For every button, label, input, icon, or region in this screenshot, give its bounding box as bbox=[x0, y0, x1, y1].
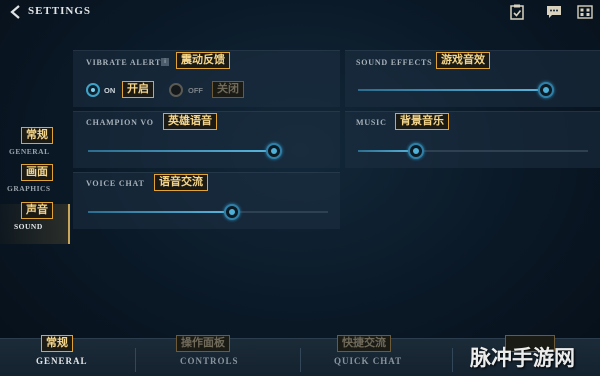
watermark-text: 脉冲手游网 bbox=[470, 347, 575, 370]
champion-vo-slider-fill bbox=[88, 150, 275, 152]
music-slider-knob[interactable] bbox=[407, 143, 424, 159]
tab-controls[interactable]: CONTROLS bbox=[180, 356, 239, 366]
tab-divider bbox=[300, 348, 301, 372]
vibrate-on-label: ON bbox=[104, 86, 116, 95]
music-annotation: 背景音乐 bbox=[395, 113, 449, 130]
sound-effects-slider[interactable] bbox=[358, 82, 555, 98]
bottom-tab-quick-chat-annotation: 快捷交流 bbox=[337, 335, 391, 352]
info-icon[interactable]: i bbox=[161, 58, 169, 66]
sound-effects-label: SOUND EFFECTS bbox=[356, 58, 433, 67]
tab-quick-chat[interactable]: QUICK CHAT bbox=[334, 356, 402, 366]
voice-chat-slider-fill bbox=[88, 211, 232, 213]
vibrate-off-label: OFF bbox=[188, 86, 203, 95]
sidebar-graphics-annotation: 画面 bbox=[21, 164, 53, 181]
music-slider[interactable] bbox=[358, 143, 588, 159]
clipboard-check-icon[interactable] bbox=[508, 4, 526, 20]
voice-chat-slider[interactable] bbox=[88, 204, 328, 220]
music-slider-fill bbox=[358, 150, 416, 152]
page-title: SETTINGS bbox=[28, 5, 92, 17]
vibrate-off-annotation: 关闭 bbox=[212, 81, 244, 98]
vibrate-on-annotation: 开启 bbox=[122, 81, 154, 98]
sidebar-item-sound[interactable]: SOUND bbox=[14, 222, 43, 231]
back-chevron-icon[interactable] bbox=[8, 4, 24, 20]
vibrate-off-radio[interactable] bbox=[169, 83, 183, 97]
tab-divider bbox=[135, 348, 136, 372]
sound-effects-annotation: 游戏音效 bbox=[436, 52, 490, 69]
sidebar-item-general[interactable]: GENERAL bbox=[9, 147, 50, 156]
menu-grid-icon[interactable] bbox=[576, 4, 594, 20]
voice-chat-label: VOICE CHAT bbox=[86, 179, 145, 188]
tab-divider bbox=[452, 348, 453, 372]
voice-chat-slider-knob[interactable] bbox=[224, 204, 240, 220]
sound-effects-slider-fill bbox=[358, 89, 547, 91]
bottom-tab-controls-annotation: 操作面板 bbox=[176, 335, 230, 352]
vibrate-on-radio[interactable] bbox=[86, 83, 100, 97]
sidebar-item-graphics[interactable]: GRAPHICS bbox=[7, 184, 51, 193]
sidebar-sound-annotation: 声音 bbox=[21, 202, 53, 219]
vibrate-alert-label: VIBRATE ALERT bbox=[86, 58, 162, 67]
music-label: MUSIC bbox=[356, 118, 387, 127]
voice-chat-annotation: 语音交流 bbox=[154, 174, 208, 191]
champion-vo-label: CHAMPION VO bbox=[86, 118, 154, 127]
bottom-tab-general-annotation: 常规 bbox=[41, 335, 73, 352]
champion-vo-annotation: 英雄语音 bbox=[163, 113, 217, 130]
tab-general[interactable]: GENERAL bbox=[36, 356, 88, 366]
vibrate-alert-annotation: 震动反馈 bbox=[176, 52, 230, 69]
sidebar-general-annotation: 常规 bbox=[21, 127, 53, 144]
top-bar: SETTINGS bbox=[0, 0, 600, 26]
champion-vo-slider[interactable] bbox=[88, 143, 283, 159]
chat-icon[interactable] bbox=[545, 4, 563, 20]
